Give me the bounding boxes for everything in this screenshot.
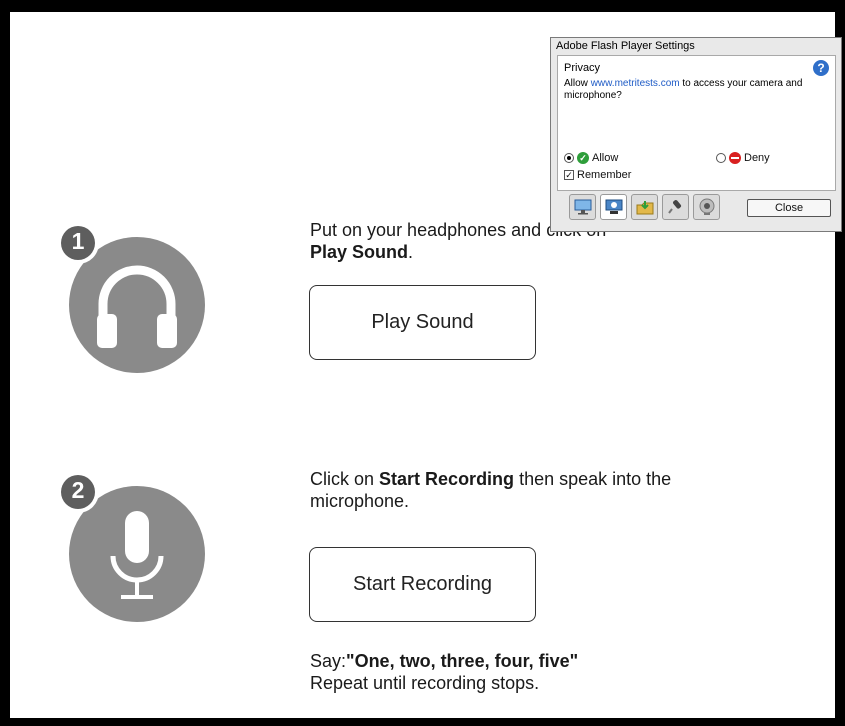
step-1-text-end: .	[408, 242, 414, 262]
storage-icon[interactable]	[631, 194, 658, 220]
microphone-icon[interactable]	[662, 194, 689, 220]
deny-radio[interactable]	[716, 153, 726, 163]
remember-option[interactable]: ✓ Remember	[564, 169, 631, 181]
camera-icon[interactable]	[693, 194, 720, 220]
play-sound-button[interactable]: Play Sound	[309, 285, 536, 360]
remember-checkbox[interactable]: ✓	[564, 170, 574, 180]
deny-icon	[729, 152, 741, 164]
privacy-message-prefix: Allow	[564, 78, 591, 89]
privacy-heading: Privacy	[564, 62, 601, 74]
flash-settings-dialog: Adobe Flash Player Settings Privacy ? Al…	[550, 37, 842, 232]
allow-radio[interactable]	[564, 153, 574, 163]
allow-label: Allow	[592, 152, 619, 164]
start-recording-button[interactable]: Start Recording	[309, 547, 536, 622]
remember-label: Remember	[577, 169, 632, 181]
step-2-icon: 2	[48, 471, 218, 627]
step-2-text: Click on	[310, 469, 380, 489]
question-icon[interactable]: ?	[813, 60, 829, 76]
deny-option[interactable]: Deny	[716, 152, 770, 164]
flash-dialog-title: Adobe Flash Player Settings	[556, 40, 695, 52]
display-icon[interactable]	[569, 194, 596, 220]
step-1-bold-text: Play Sound	[310, 242, 409, 262]
check-icon: ✓	[577, 152, 589, 164]
step-2-instructions: Click on Start Recording then speak into…	[310, 468, 695, 512]
say-prefix: Say:	[310, 651, 347, 671]
deny-label: Deny	[744, 152, 770, 164]
site-link[interactable]: www.metritests.com	[591, 78, 680, 89]
step-1-number: 1	[71, 228, 85, 254]
page-frame: 1 Put on your headphones and click on Pl…	[10, 12, 842, 718]
step-2-number: 2	[71, 477, 85, 503]
say-instructions: Say:"One, two, three, four, five" Repeat…	[310, 650, 730, 694]
privacy-message: Allow www.metritests.com to access your …	[564, 78, 834, 102]
privacy-panel: Privacy ? Allow www.metritests.com to ac…	[557, 55, 836, 191]
repeat-text: Repeat until recording stops.	[310, 673, 540, 693]
say-numbers: "One, two, three, four, five"	[346, 651, 579, 671]
step-2-bold-text: Start Recording	[379, 469, 515, 489]
privacy-icon[interactable]	[600, 194, 627, 220]
allow-option[interactable]: ✓ Allow	[564, 152, 618, 164]
flash-tab-bar	[569, 194, 720, 220]
close-button[interactable]: Close	[747, 199, 831, 217]
step-1-icon: 1	[48, 222, 218, 378]
